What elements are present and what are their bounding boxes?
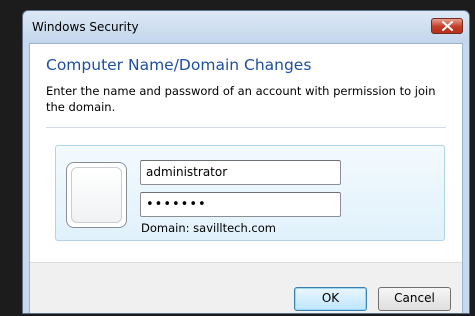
dialog-description: Enter the name and password of an accoun… [46,84,436,114]
dialog-heading: Computer Name/Domain Changes [46,56,312,74]
windows-security-dialog: Windows Security Computer Name/Domain Ch… [22,10,470,314]
user-tile-icon [66,162,127,228]
username-field[interactable]: administrator [140,160,341,185]
window-title: Windows Security [32,20,139,34]
separator [46,127,446,128]
password-field[interactable]: ••••••• [140,192,341,217]
title-bar[interactable]: Windows Security [23,11,469,43]
cancel-button[interactable]: Cancel [378,287,451,311]
user-tile-frame [71,167,122,223]
close-button[interactable] [431,18,463,34]
close-x-icon [442,21,453,31]
password-mask: ••••••• [146,197,207,212]
dialog-body: Computer Name/Domain Changes Enter the n… [29,43,463,313]
credential-tile[interactable]: administrator ••••••• Domain: savilltech… [55,145,445,241]
button-bar: OK Cancel [30,262,462,313]
domain-label: Domain: savilltech.com [141,221,276,235]
ok-button[interactable]: OK [294,287,367,311]
